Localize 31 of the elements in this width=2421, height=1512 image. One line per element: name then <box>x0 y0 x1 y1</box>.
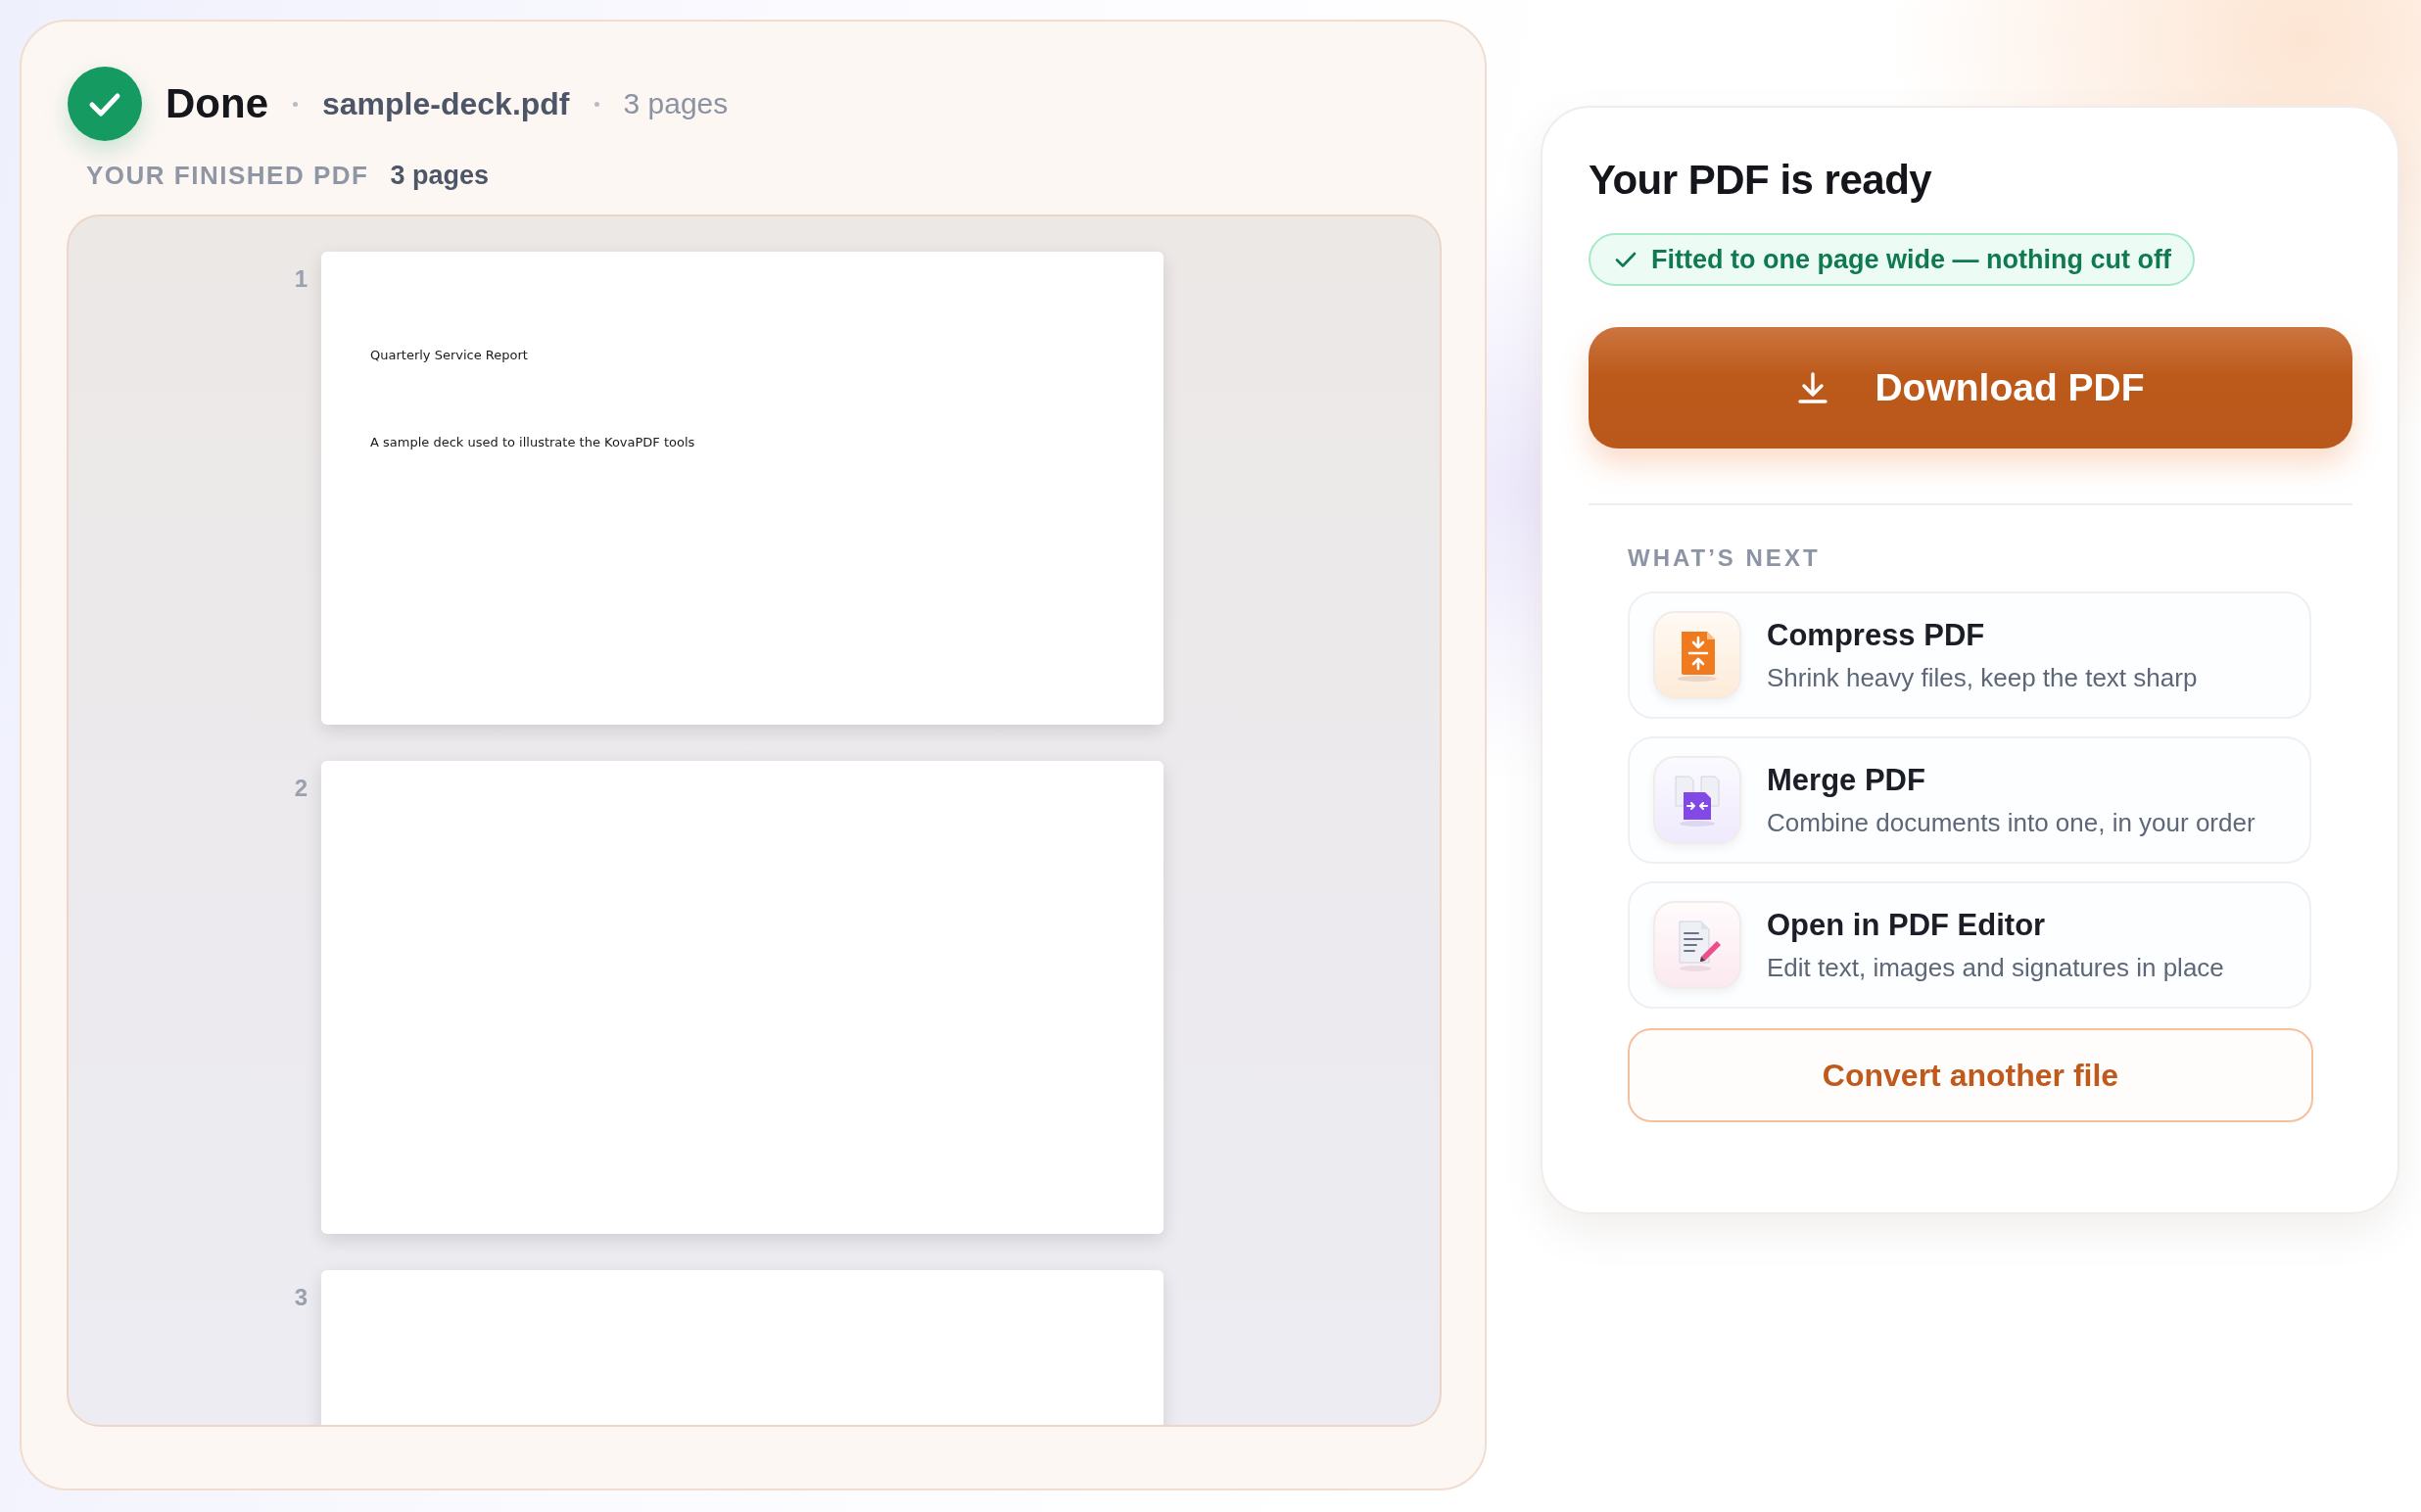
page-count: 3 pages <box>390 161 489 191</box>
check-circle-icon <box>68 67 142 141</box>
convert-button[interactable]: Convert another file <box>1628 1028 2313 1122</box>
page-number: 3 <box>293 1284 309 1311</box>
tool-card[interactable]: Compress PDF Shrink heavy files, keep the text sharp <box>1628 591 2311 719</box>
fit-badge: Fitted to one page wide — nothing cut off <box>1589 233 2195 286</box>
tool-description: Shrink heavy files, keep the text sharp <box>1767 662 2198 693</box>
separator-dot <box>293 101 298 107</box>
download-icon <box>1796 371 1830 404</box>
page-text: Quarterly Service Report <box>370 348 528 362</box>
edit-document-icon <box>1653 901 1741 989</box>
card-title: Your PDF is ready <box>1589 157 1933 204</box>
page-count: 3 pages <box>623 87 729 120</box>
separator-dot <box>593 101 599 107</box>
download-button[interactable]: Download PDF <box>1589 327 2352 449</box>
tool-name: Open in PDF Editor <box>1767 907 2047 943</box>
compress-file-icon <box>1653 611 1741 699</box>
tool-name: Compress PDF <box>1767 617 1986 653</box>
tool-description: Combine documents into one, in your order <box>1767 807 2255 838</box>
page-number: 2 <box>293 775 309 802</box>
tool-card[interactable]: Merge PDF Combine documents into one, in your order <box>1628 736 2311 864</box>
page-text: A sample deck used to illustrate the KovaPDF tools <box>370 435 695 449</box>
file-name: sample-deck.pdf <box>322 85 570 122</box>
tool-name: Merge PDF <box>1767 762 1926 798</box>
page-number: 1 <box>293 265 309 293</box>
tool-card[interactable]: Open in PDF Editor Edit text, images and signatures in place <box>1628 881 2311 1009</box>
merge-files-icon <box>1653 756 1741 844</box>
status-title: Done <box>166 80 268 127</box>
tool-description: Edit text, images and signatures in place <box>1767 952 2224 983</box>
section-label: WHAT’S NEXT <box>1628 544 1822 572</box>
section-label: YOUR FINISHED PDF <box>86 161 369 191</box>
